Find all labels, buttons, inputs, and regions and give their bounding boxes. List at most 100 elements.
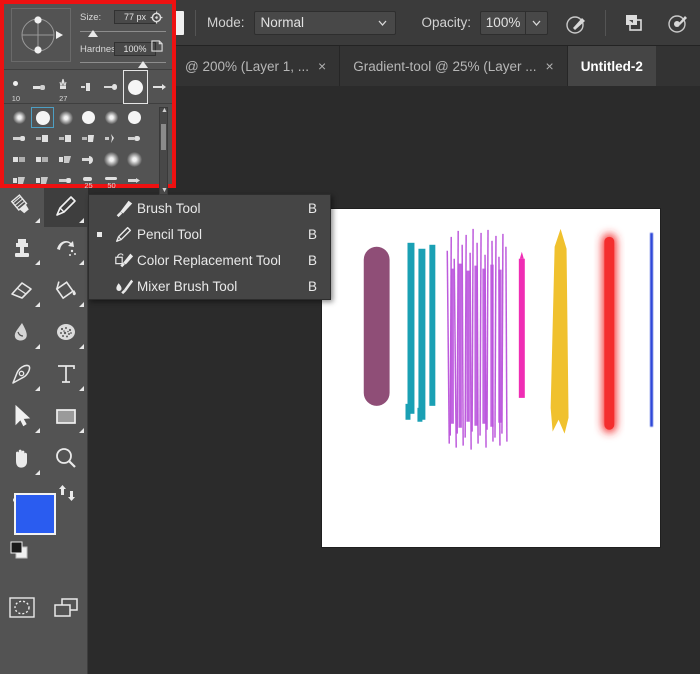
close-icon[interactable]: × (318, 59, 326, 73)
brush-size-label: 25 (77, 181, 100, 190)
rectangle-tool[interactable] (44, 395, 88, 437)
symmetry-icon[interactable] (617, 8, 651, 38)
scroll-down-icon[interactable]: ▼ (160, 187, 169, 194)
flyout-item-brush-tool[interactable]: Brush Tool B (89, 195, 330, 221)
paint-bucket-tool[interactable] (44, 269, 88, 311)
brush-preset[interactable]: 25 (77, 170, 100, 191)
brush-preset[interactable] (123, 107, 146, 128)
brush-size-label: 50 (100, 181, 123, 190)
brush-angle-preview[interactable] (11, 8, 71, 62)
blur-tool[interactable] (0, 311, 44, 353)
brush-icon (111, 198, 137, 218)
scroll-up-icon[interactable]: ▲ (160, 107, 169, 114)
brush-preset[interactable] (54, 170, 77, 191)
brush-preset[interactable] (28, 70, 52, 104)
brush-preset[interactable] (8, 170, 31, 191)
brush-preset[interactable] (123, 170, 146, 191)
tool-flyout-corner (79, 428, 84, 433)
flyout-item-color-replacement-tool[interactable]: Color Replacement Tool B (89, 247, 330, 273)
brush-preset[interactable]: 27 (51, 70, 75, 104)
brush-preset-active[interactable] (123, 70, 149, 104)
brush-preset[interactable] (77, 128, 100, 149)
flyout-item-pencil-tool[interactable]: Pencil Tool B (89, 221, 330, 247)
preset-row: 25 50 (8, 170, 172, 191)
recent-brushes-strip: 10 27 (4, 70, 172, 104)
selected-bullet-icon (97, 232, 102, 237)
brush-preset[interactable] (31, 128, 54, 149)
mixer-brush-icon (111, 276, 137, 296)
history-brush-tool[interactable] (0, 185, 44, 227)
brush-preset[interactable] (8, 128, 31, 149)
flyout-item-mixer-brush-tool[interactable]: Mixer Brush Tool B (89, 273, 330, 299)
brush-preset[interactable] (75, 70, 99, 104)
tab-layer1-200[interactable]: @ 200% (Layer 1, ... × (172, 46, 340, 86)
sponge-tool[interactable] (44, 311, 88, 353)
hardness-slider-track[interactable] (80, 62, 166, 63)
path-selection-tool[interactable] (0, 395, 44, 437)
brush-settings-section: Size: 77 px Hardness: 100% (4, 4, 172, 70)
tool-flyout-corner (79, 302, 84, 307)
brush-preset[interactable] (123, 128, 146, 149)
preset-grid-scrollbar[interactable]: ▲ ▼ (159, 107, 168, 195)
brush-preset[interactable] (31, 149, 54, 170)
opacity-input[interactable]: 100% (480, 11, 526, 35)
tab-label: @ 200% (Layer 1, ... (185, 59, 309, 74)
airbrush-icon[interactable] (560, 8, 594, 38)
brush-preset[interactable] (77, 149, 100, 170)
scrollbar-thumb[interactable] (161, 124, 166, 150)
brush-preset-selected[interactable] (31, 107, 54, 128)
screen-mode-icon[interactable] (44, 586, 88, 630)
clone-stamp-tool[interactable] (0, 227, 44, 269)
tab-label: Gradient-tool @ 25% (Layer ... (353, 59, 536, 74)
pencil-tool[interactable] (44, 185, 88, 227)
hand-tool[interactable] (0, 437, 44, 479)
pressure-opacity-icon[interactable] (661, 8, 695, 38)
hardness-slider-thumb[interactable] (138, 61, 148, 68)
stroke-magenta-thin (519, 252, 525, 398)
foreground-color-swatch[interactable] (14, 493, 56, 535)
default-colors-icon[interactable] (10, 541, 32, 563)
tab-gradient-tool[interactable]: Gradient-tool @ 25% (Layer ... × (340, 46, 567, 86)
zoom-tool[interactable] (44, 437, 88, 479)
eraser-tool[interactable] (0, 269, 44, 311)
tool-flyout-corner (35, 344, 40, 349)
tool-flyout-corner (79, 218, 84, 223)
preset-row (8, 107, 172, 128)
opacity-dropdown-button[interactable] (526, 11, 548, 35)
brush-preset[interactable] (31, 170, 54, 191)
spot-healing-tool[interactable] (44, 227, 88, 269)
swap-colors-icon[interactable] (57, 483, 77, 503)
brush-preset[interactable] (77, 107, 100, 128)
brush-preset[interactable] (123, 149, 146, 170)
tool-flyout-corner (79, 260, 84, 265)
brush-preset[interactable] (99, 70, 123, 104)
stroke-teal-flat-1 (406, 243, 415, 420)
flyout-item-shortcut: B (308, 253, 330, 268)
quick-mask-icon[interactable] (0, 586, 44, 630)
tool-flyout-corner (79, 344, 84, 349)
color-replacement-icon (111, 250, 137, 270)
blend-mode-select[interactable]: Normal (254, 11, 396, 35)
brush-preset[interactable] (8, 149, 31, 170)
brush-size-label: 10 (4, 94, 28, 103)
brush-preset[interactable] (100, 149, 123, 170)
size-slider-thumb[interactable] (88, 30, 98, 37)
brush-preset[interactable] (54, 128, 77, 149)
brush-preset[interactable] (148, 70, 172, 104)
new-preset-icon[interactable] (151, 39, 163, 57)
brush-preset[interactable] (8, 107, 31, 128)
tab-untitled-2[interactable]: Untitled-2 (568, 46, 656, 86)
brush-preset[interactable]: 10 (4, 70, 28, 104)
tool-flyout-corner (35, 260, 40, 265)
brush-preset[interactable] (54, 149, 77, 170)
gear-icon[interactable] (150, 11, 163, 29)
brush-preset[interactable] (54, 107, 77, 128)
pen-tool[interactable] (0, 353, 44, 395)
close-icon[interactable]: × (546, 59, 554, 73)
type-tool[interactable] (44, 353, 88, 395)
brush-preset[interactable] (100, 128, 123, 149)
brush-preset[interactable] (100, 107, 123, 128)
hardness-value-input[interactable]: 100% (114, 42, 156, 56)
canvas-artboard[interactable] (321, 208, 661, 548)
brush-preset[interactable]: 50 (100, 170, 123, 191)
